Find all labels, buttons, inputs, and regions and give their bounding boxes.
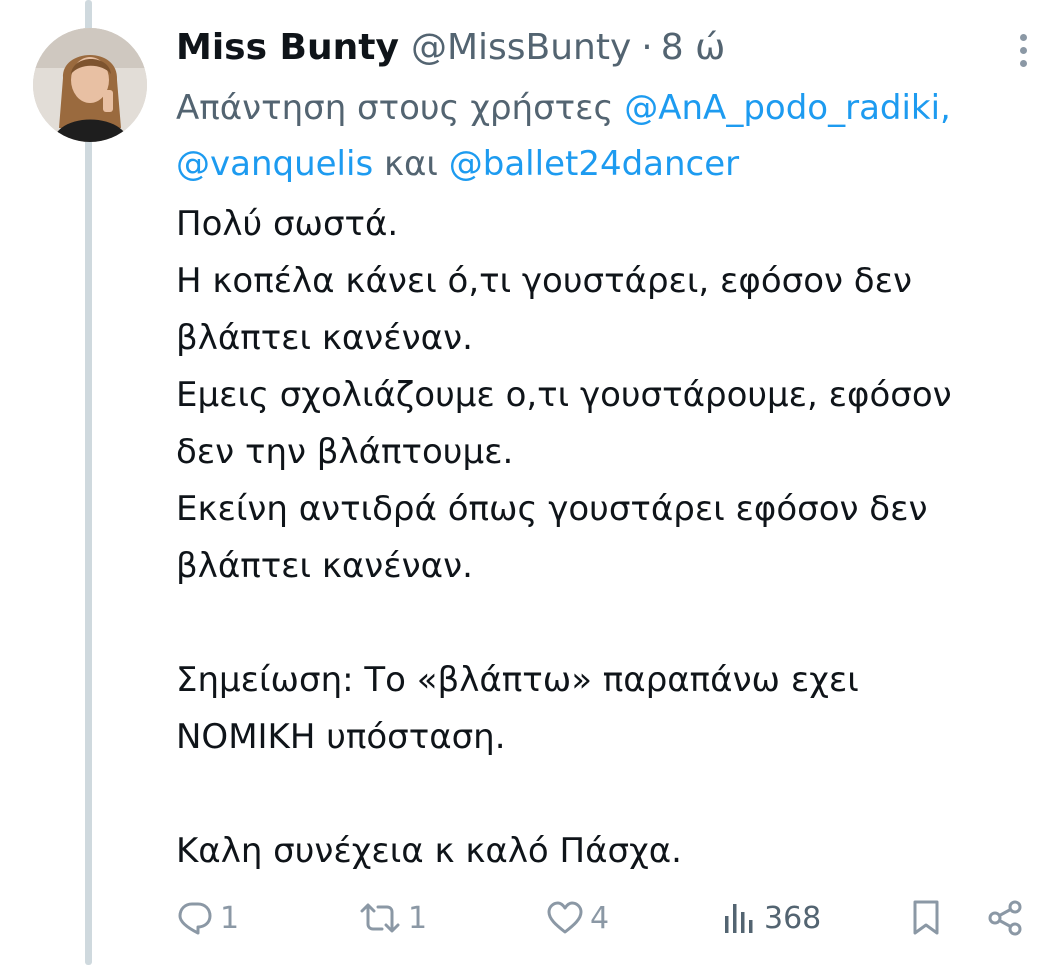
reply-context: Απάντηση στους χρήστες @AnA_podo_radiki,… — [176, 80, 1036, 192]
mention-link[interactable]: @vanquelis — [176, 144, 373, 184]
bookmark-icon — [913, 900, 939, 935]
author-display-name[interactable]: Miss Bunty — [176, 22, 399, 74]
tweet-text-line: Πολύ σωστά. — [176, 204, 399, 244]
heart-icon — [547, 901, 583, 934]
thread-connector-line — [85, 0, 92, 965]
reply-prefix: Απάντηση στους χρήστες — [176, 88, 614, 128]
reply-count: 1 — [220, 900, 240, 936]
tweet-text-line: Εκείνη αντιδρά όπως γουστάρει εφόσον δεν — [176, 489, 928, 529]
reply-button[interactable]: 1 — [176, 892, 239, 944]
author-handle[interactable]: @MissBunty — [411, 22, 631, 74]
views-count: 368 — [764, 900, 822, 936]
share-button[interactable] — [986, 892, 1024, 944]
tweet-text-line: Σημείωση: Το «βλάπτω» παραπάνω εχει — [176, 660, 859, 700]
tweet-text-line: Εμεις σχολιάζουμε ο,τι γουστάρουμε, εφόσ… — [176, 375, 952, 415]
tweet-text: Πολύ σωστά. Η κοπέλα κάνει ό,τι γουστάρε… — [176, 196, 1036, 880]
share-icon — [988, 900, 1022, 936]
views-icon — [725, 904, 753, 933]
reply-icon — [178, 902, 212, 935]
tweet-timestamp[interactable]: 8 ώ — [661, 22, 726, 74]
tweet-text-line: Η κοπέλα κάνει ό,τι γουστάρει, εφόσον δε… — [176, 261, 912, 301]
tweet-text-line — [176, 595, 1036, 652]
mention-link[interactable]: @AnA_podo_radiki, — [624, 88, 951, 128]
more-vertical-icon[interactable] — [1008, 30, 1038, 70]
tweet-text-line: βλάπτει κανέναν. — [176, 546, 473, 586]
tweet-text-line: Καλη συνέχεια κ καλό Πάσχα. — [176, 831, 682, 871]
tweet-text-line: δεν την βλάπτουμε. — [176, 432, 514, 472]
like-button[interactable]: 4 — [546, 892, 609, 944]
retweet-count: 1 — [408, 900, 428, 936]
tweet-text-line: ΝΟΜΙΚΗ υπόσταση. — [176, 717, 506, 757]
like-count: 4 — [590, 900, 610, 936]
mention-link[interactable]: @ballet24dancer — [449, 144, 739, 184]
avatar[interactable] — [33, 28, 147, 142]
tweet-header: Miss Bunty @MissBunty · 8 ώ — [176, 22, 996, 74]
retweet-icon — [360, 903, 400, 933]
header-separator: · — [641, 27, 653, 68]
tweet-view: Miss Bunty @MissBunty · 8 ώ Απάντηση στο… — [0, 0, 1063, 965]
bookmark-button[interactable] — [910, 892, 942, 944]
mention-joiner: και — [383, 144, 438, 184]
tweet-text-line — [176, 766, 1036, 823]
tweet-text-line: βλάπτει κανέναν. — [176, 318, 473, 358]
views-button[interactable]: 368 — [722, 892, 821, 944]
retweet-button[interactable]: 1 — [358, 892, 427, 944]
avatar-photo — [33, 28, 147, 142]
tweet-action-bar: 1 1 4 368 — [176, 892, 1036, 944]
